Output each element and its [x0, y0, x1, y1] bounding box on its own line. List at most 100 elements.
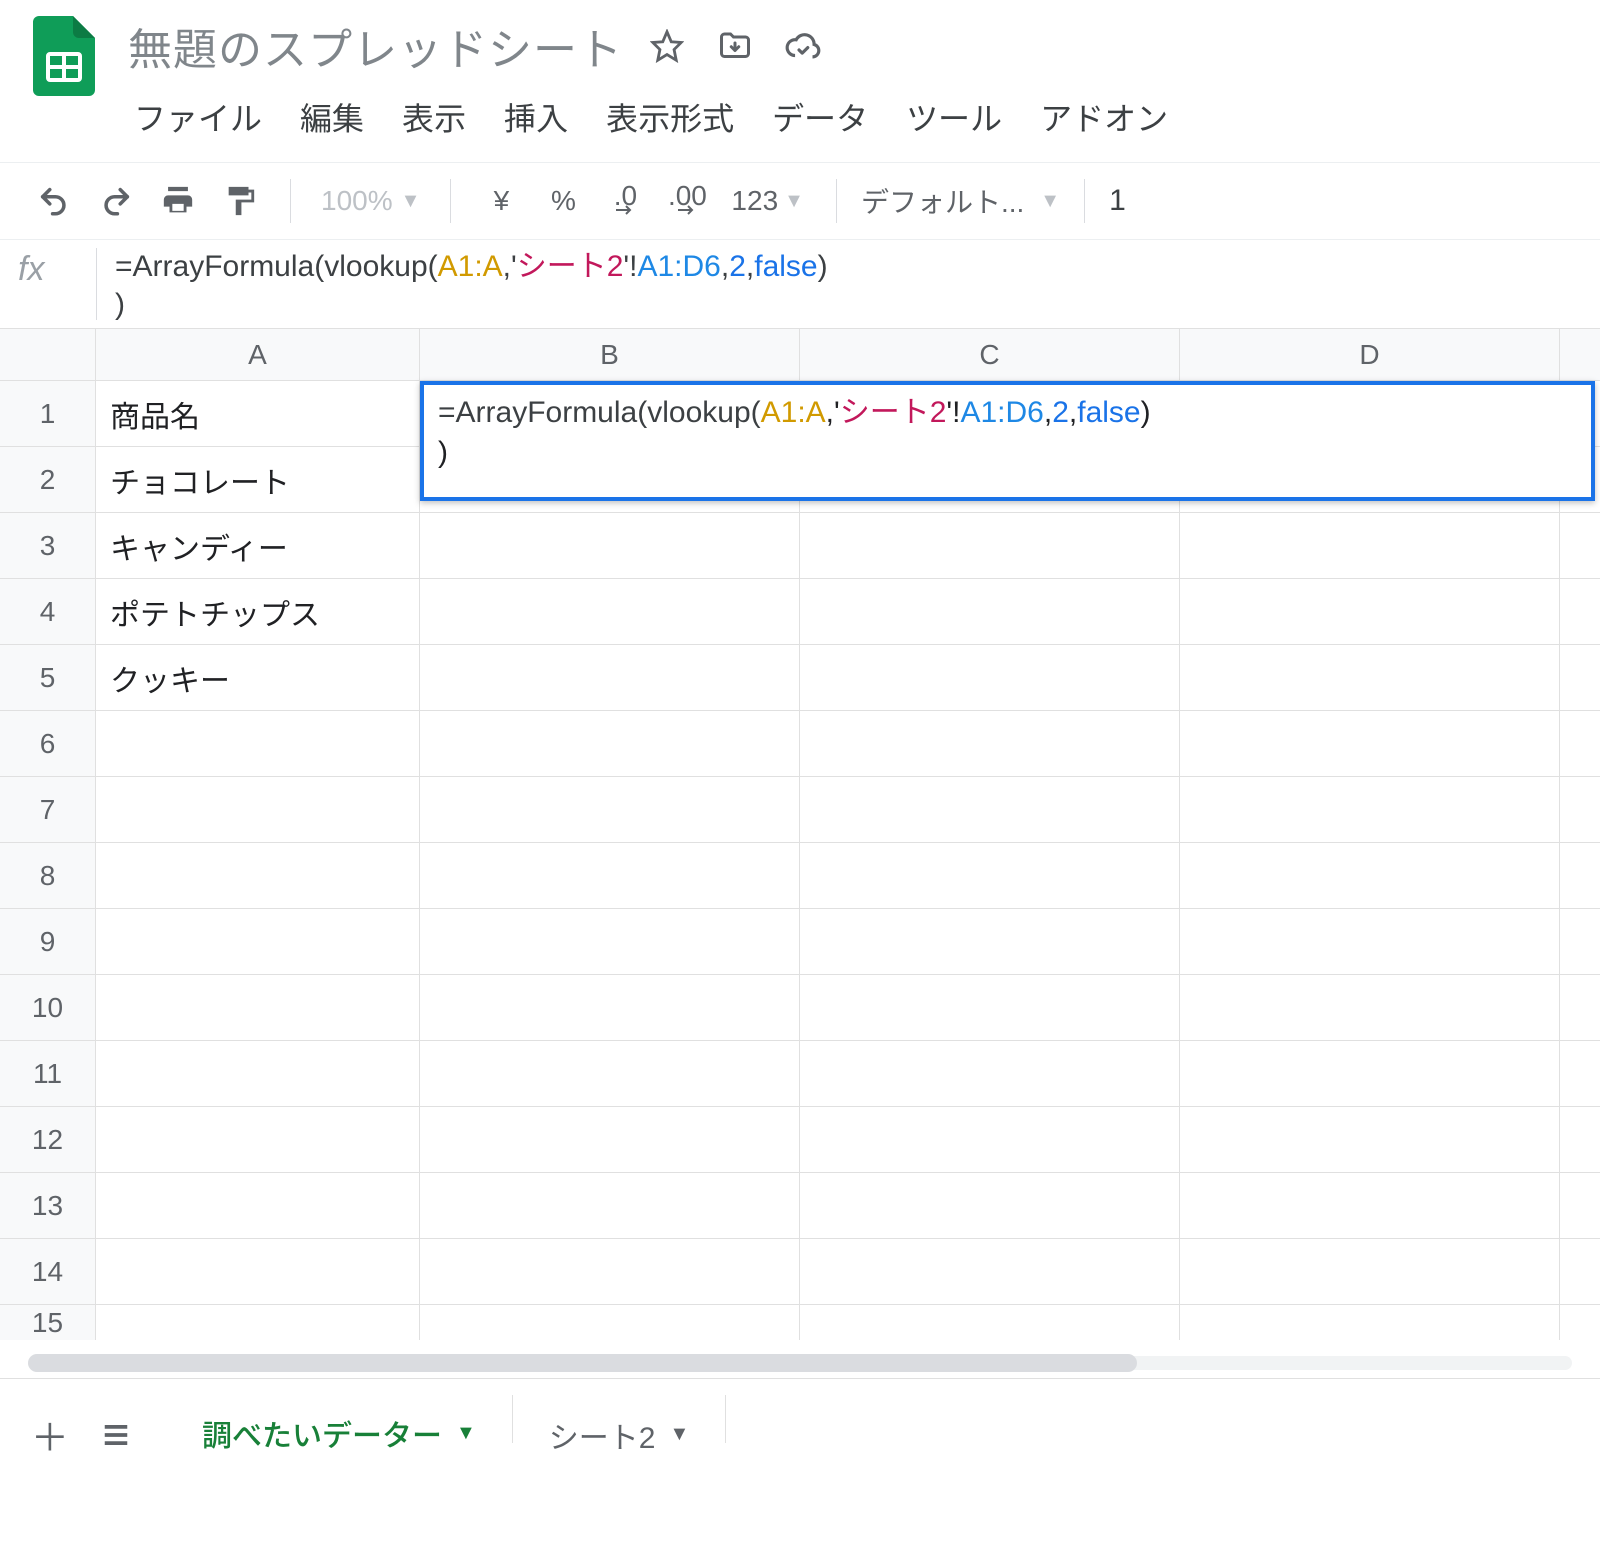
formula-input[interactable]: =ArrayFormula(vlookup(A1:A,'シート2'!A1:D6,… [115, 244, 1590, 324]
cell[interactable] [1560, 645, 1600, 710]
cell[interactable] [96, 1305, 420, 1340]
cell[interactable] [420, 711, 800, 776]
cell[interactable] [1560, 777, 1600, 842]
row-header[interactable]: 10 [0, 975, 96, 1040]
cell[interactable] [800, 777, 1180, 842]
cell[interactable] [96, 975, 420, 1040]
row-header[interactable]: 13 [0, 1173, 96, 1238]
cell[interactable] [800, 1305, 1180, 1340]
menu-addons[interactable]: アドオン [1040, 94, 1168, 140]
row-header[interactable]: 9 [0, 909, 96, 974]
cell[interactable] [96, 1173, 420, 1238]
col-header-b[interactable]: B [420, 329, 800, 380]
row-header[interactable]: 11 [0, 1041, 96, 1106]
select-all-corner[interactable] [0, 329, 96, 380]
row-header[interactable]: 7 [0, 777, 96, 842]
menu-view[interactable]: 表示 [402, 94, 466, 140]
font-select[interactable]: デフォルト... ▼ [861, 181, 1060, 221]
cell[interactable] [1560, 513, 1600, 578]
cell[interactable] [420, 1041, 800, 1106]
cell[interactable] [420, 579, 800, 644]
cell[interactable] [800, 579, 1180, 644]
sheet-tab-active[interactable]: 調べたいデーター ▼ [172, 1395, 506, 1474]
cell[interactable] [1180, 843, 1560, 908]
sheets-app-icon[interactable] [28, 12, 100, 102]
cell[interactable] [1180, 645, 1560, 710]
cell[interactable] [1560, 1239, 1600, 1304]
cell[interactable] [800, 1173, 1180, 1238]
row-header[interactable]: 15 [0, 1305, 96, 1340]
row-header[interactable]: 1 [0, 381, 96, 446]
row-header[interactable]: 14 [0, 1239, 96, 1304]
format-currency-button[interactable]: ¥ [475, 175, 527, 227]
cloud-status-icon[interactable] [783, 26, 823, 66]
cell[interactable] [1560, 1041, 1600, 1106]
format-percent-button[interactable]: % [537, 175, 589, 227]
cell[interactable] [1180, 1239, 1560, 1304]
cell[interactable] [1180, 579, 1560, 644]
zoom-select[interactable]: 100% ▼ [315, 185, 426, 217]
cell[interactable] [1180, 909, 1560, 974]
cell[interactable] [1560, 975, 1600, 1040]
cell[interactable] [800, 645, 1180, 710]
cell[interactable] [1180, 1041, 1560, 1106]
cell[interactable] [1560, 843, 1600, 908]
cell[interactable] [420, 909, 800, 974]
menu-format[interactable]: 表示形式 [606, 94, 734, 140]
cell[interactable] [96, 843, 420, 908]
cell[interactable] [1180, 513, 1560, 578]
menu-tools[interactable]: ツール [906, 94, 1002, 140]
cell[interactable] [800, 513, 1180, 578]
font-size-input[interactable]: 1 [1109, 184, 1126, 218]
cell[interactable]: ポテトチップス [96, 579, 420, 644]
row-header[interactable]: 5 [0, 645, 96, 710]
cell[interactable] [1560, 1107, 1600, 1172]
cell[interactable] [420, 1305, 800, 1340]
cell[interactable] [420, 513, 800, 578]
col-header-a[interactable]: A [96, 329, 420, 380]
cell[interactable]: 商品名 [96, 381, 420, 446]
cell[interactable]: キャンディー [96, 513, 420, 578]
cell[interactable] [420, 1239, 800, 1304]
cell[interactable] [800, 843, 1180, 908]
row-header[interactable]: 8 [0, 843, 96, 908]
cell[interactable]: チョコレート [96, 447, 420, 512]
cell[interactable] [420, 1107, 800, 1172]
cell[interactable] [96, 1239, 420, 1304]
cell[interactable] [1180, 975, 1560, 1040]
col-header-d[interactable]: D [1180, 329, 1560, 380]
cell[interactable] [96, 1041, 420, 1106]
print-button[interactable] [152, 175, 204, 227]
cell[interactable] [1560, 1173, 1600, 1238]
number-format-select[interactable]: 123 ▼ [723, 175, 812, 227]
cell[interactable] [1180, 777, 1560, 842]
add-sheet-button[interactable]: ＋ [22, 1407, 78, 1463]
move-to-folder-icon[interactable] [715, 26, 755, 66]
cell[interactable] [800, 975, 1180, 1040]
decrease-decimal-button[interactable]: .0 [599, 175, 651, 227]
undo-button[interactable] [28, 175, 80, 227]
cell[interactable] [800, 711, 1180, 776]
sheet-tab[interactable]: シート2 ▼ [519, 1395, 719, 1474]
row-header[interactable]: 2 [0, 447, 96, 512]
paint-format-button[interactable] [214, 175, 266, 227]
row-header[interactable]: 3 [0, 513, 96, 578]
cell-editor[interactable]: =ArrayFormula(vlookup(A1:A,'シート2'!A1:D6,… [420, 381, 1595, 501]
cell[interactable] [96, 711, 420, 776]
cell[interactable] [420, 843, 800, 908]
horizontal-scrollbar[interactable] [8, 1348, 1592, 1378]
menu-file[interactable]: ファイル [134, 94, 262, 140]
scrollbar-thumb[interactable] [28, 1354, 1137, 1372]
cell[interactable] [96, 1107, 420, 1172]
col-header-c[interactable]: C [800, 329, 1180, 380]
row-header[interactable]: 4 [0, 579, 96, 644]
cell[interactable] [420, 645, 800, 710]
cell[interactable] [420, 975, 800, 1040]
cell[interactable] [420, 777, 800, 842]
cell[interactable] [1180, 1173, 1560, 1238]
cell[interactable] [1560, 579, 1600, 644]
cell[interactable] [800, 1239, 1180, 1304]
cell[interactable] [800, 909, 1180, 974]
row-header[interactable]: 12 [0, 1107, 96, 1172]
redo-button[interactable] [90, 175, 142, 227]
